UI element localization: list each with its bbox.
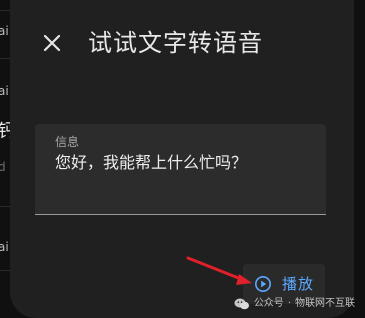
- play-button-label: 播放: [282, 275, 315, 293]
- background-text-fragment: ai: [0, 84, 9, 98]
- close-button[interactable]: [40, 31, 64, 55]
- message-field-value[interactable]: 您好，我能帮上什么忙吗？: [55, 152, 247, 174]
- dialog-title: 试试文字转语音: [88, 29, 263, 57]
- background-text-fragment: ai: [0, 240, 9, 254]
- watermark: 公众号 · 物联网不互联: [234, 297, 355, 311]
- tts-dialog: 试试文字转语音 信息 您好，我能帮上什么忙吗？ 播放: [10, 0, 354, 318]
- message-field-label: 信息: [55, 135, 80, 149]
- close-icon: [43, 34, 61, 52]
- watermark-account: 物联网不互联: [295, 298, 355, 309]
- message-text-field[interactable]: 信息 您好，我能帮上什么忙吗？: [35, 124, 326, 215]
- wechat-icon: [234, 298, 249, 310]
- play-circle-icon: [255, 276, 271, 292]
- watermark-separator: ·: [287, 298, 291, 309]
- watermark-source: 公众号: [253, 298, 284, 309]
- background-text-fragment: d: [0, 160, 6, 174]
- background-text-fragment: ai: [0, 24, 9, 38]
